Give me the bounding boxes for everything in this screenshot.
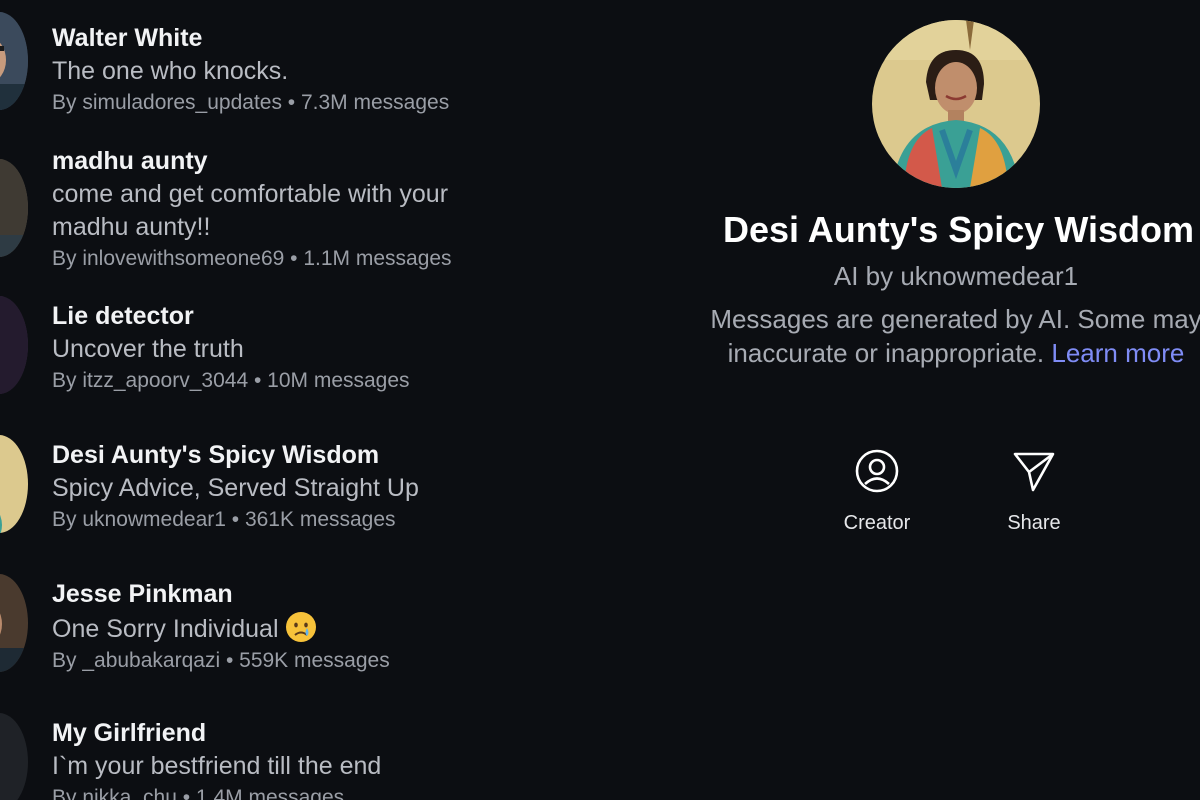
detail-creator: AI by uknowmedear1 — [833, 261, 1079, 291]
avatar-image — [0, 435, 28, 533]
character-description: Uncover the truth — [52, 335, 244, 363]
learn-more-link[interactable]: Learn more — [1051, 338, 1184, 368]
character-description-line: come and get comfortable with your — [52, 180, 449, 208]
character-name: madhu aunty — [52, 147, 208, 175]
avatar[interactable] — [0, 713, 28, 800]
list-item-text: Jesse Pinkman One Sorry Individual By _a… — [52, 578, 592, 676]
avatar[interactable] — [0, 435, 28, 533]
character-name: Lie detector — [52, 302, 194, 330]
detail-title: Desi Aunty's Spicy Wisdom — [723, 209, 1195, 250]
avatar[interactable] — [0, 296, 28, 394]
avatar[interactable] — [0, 574, 28, 672]
character-description: Spicy Advice, Served Straight Up — [52, 474, 419, 502]
character-meta: By inlovewithsomeone69 • 1.1M messages — [52, 247, 452, 270]
send-icon — [1013, 452, 1055, 492]
character-name: Desi Aunty's Spicy Wisdom — [52, 441, 380, 469]
character-description: One Sorry Individual — [52, 611, 592, 646]
character-meta: By uknowmedear1 • 361K messages — [52, 508, 396, 531]
share-button[interactable]: Share — [974, 446, 1094, 536]
creator-label: Creator — [843, 512, 911, 534]
list-item-text: madhu aunty come and get comfortable wit… — [52, 145, 592, 274]
character-description: come and get comfortable with your madhu… — [52, 178, 592, 244]
disclaimer-line-2: inaccurate or inappropriate. Learn more — [600, 336, 1200, 370]
avatar-image — [0, 159, 28, 257]
character-meta: By _abubakarqazi • 559K messages — [52, 649, 390, 672]
list-item-text: Walter White The one who knocks. By simu… — [52, 22, 592, 118]
avatar-image — [0, 574, 28, 672]
character-detail-panel: Desi Aunty's Spicy Wisdom AI by uknowmed… — [600, 0, 1200, 800]
disclaimer-line: Messages are generated by AI. Some may — [710, 304, 1200, 334]
avatar-image — [0, 713, 28, 800]
person-circle-icon — [855, 449, 899, 493]
avatar-image — [0, 12, 28, 110]
share-label: Share — [1007, 512, 1061, 534]
avatar[interactable] — [0, 12, 28, 110]
creator-button[interactable]: Creator — [817, 446, 937, 536]
character-description: The one who knocks. — [52, 57, 289, 85]
ai-disclaimer: Messages are generated by AI. Some may i… — [600, 302, 1200, 370]
character-meta: By itzz_apoorv_3044 • 10M messages — [52, 369, 410, 392]
character-list: Walter White The one who knocks. By simu… — [0, 0, 600, 800]
avatar-image — [0, 296, 28, 394]
disclaimer-text: inaccurate or inappropriate. — [727, 338, 1045, 368]
character-description-text: One Sorry Individual — [52, 615, 279, 643]
avatar[interactable] — [0, 159, 28, 257]
list-item-text: Lie detector Uncover the truth By itzz_a… — [52, 300, 592, 396]
character-description: I`m your bestfriend till the end — [52, 752, 382, 780]
list-item-text: My Girlfriend I`m your bestfriend till t… — [52, 717, 592, 800]
character-name: My Girlfriend — [52, 719, 207, 747]
list-item-text: Desi Aunty's Spicy Wisdom Spicy Advice, … — [52, 439, 592, 535]
crying-face-icon — [285, 612, 316, 642]
character-meta: By simuladores_updates • 7.3M messages — [52, 91, 450, 114]
character-description-line: madhu aunty!! — [52, 213, 211, 241]
detail-avatar-image — [872, 20, 1040, 188]
character-name: Walter White — [52, 24, 203, 52]
character-name: Jesse Pinkman — [52, 580, 233, 608]
detail-avatar — [872, 20, 1040, 188]
character-meta: By nikka_chu • 1.4M messages — [52, 786, 345, 800]
app-screen: Walter White The one who knocks. By simu… — [0, 0, 1200, 800]
